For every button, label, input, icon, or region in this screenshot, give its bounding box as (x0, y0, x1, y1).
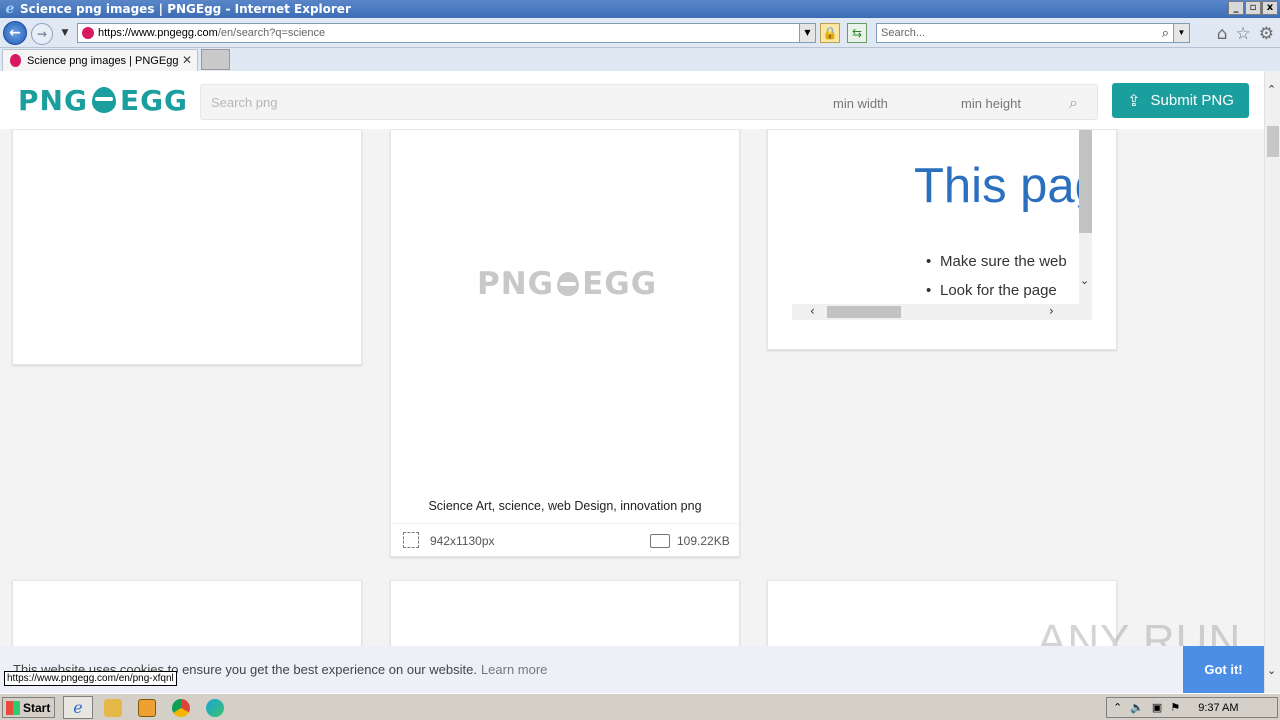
navigation-bar: ← → ▼ https://www.pngegg.com/en/search?q… (0, 18, 1280, 48)
tab-science-png[interactable]: Science png images | PNGEgg ✕ (2, 49, 198, 71)
egg-icon (91, 87, 116, 113)
refresh-icon[interactable]: ⇆ (847, 23, 867, 43)
taskbar-media-player-icon[interactable] (138, 699, 156, 717)
scrollbar-thumb[interactable] (827, 306, 901, 318)
dimensions-icon (403, 532, 419, 548)
history-dropdown-icon[interactable]: ▼ (59, 26, 71, 40)
image-card[interactable]: This pag Make sure the web Look for the … (767, 129, 1117, 350)
tab-bar: Science png images | PNGEgg ✕ (0, 48, 1280, 71)
lock-icon[interactable]: 🔒 (820, 23, 840, 43)
site-search-bar[interactable]: Search png min width min height ⌕ (200, 84, 1098, 120)
address-bar[interactable]: https://www.pngegg.com/en/search?q=scien… (77, 23, 816, 43)
card-footer: 942x1130px 109.22KB (391, 523, 739, 557)
taskbar: Start e ⌃ 🔈 ▣ ⚑ 9:37 AM (0, 693, 1280, 720)
action-center-flag-icon[interactable]: ⚑ (1170, 701, 1180, 714)
taskbar-edge-icon[interactable] (206, 699, 224, 717)
tab-label: Science png images | PNGEgg (27, 54, 179, 67)
window-title: Science png images | PNGEgg - Internet E… (20, 2, 351, 16)
clock[interactable]: 9:37 AM (1198, 702, 1238, 714)
status-bar-url: https://www.pngegg.com/en/png-xfqnl (4, 671, 177, 686)
taskbar-ie-icon[interactable]: e (63, 696, 93, 719)
minimize-button[interactable]: _ (1228, 1, 1244, 15)
network-icon[interactable]: ▣ (1152, 701, 1162, 714)
taskbar-chrome-icon[interactable] (172, 699, 190, 717)
submit-png-button[interactable]: ⇪ Submit PNG (1112, 83, 1249, 118)
min-width-input[interactable]: min width (833, 96, 888, 111)
new-tab-button[interactable] (201, 49, 230, 70)
scrollbar-thumb[interactable] (1267, 126, 1279, 157)
address-dropdown-icon[interactable]: ▼ (799, 24, 815, 42)
windows-flag-icon (6, 700, 20, 715)
window-controls: _ ▫ x (1228, 1, 1278, 15)
forward-button[interactable]: → (31, 23, 53, 45)
internet-explorer-icon: e (5, 1, 15, 17)
browser-tools: ⌂ ☆ ⚙ (1217, 24, 1274, 44)
upload-icon: ⇪ (1127, 92, 1141, 110)
scrollbar-thumb[interactable] (1079, 130, 1092, 233)
image-card[interactable] (12, 129, 362, 365)
back-button[interactable]: ← (3, 21, 27, 45)
error-title: This pag (914, 159, 1092, 213)
browser-search-input[interactable]: Search... ⌕ ▼ (876, 23, 1190, 43)
page-scrollbar[interactable]: ⌃ ⌄ (1264, 71, 1280, 693)
egg-icon (557, 272, 580, 296)
favorites-star-icon[interactable]: ☆ (1236, 24, 1251, 44)
frame-vertical-scrollbar[interactable]: ⌄ (1079, 130, 1092, 304)
search-icon[interactable]: ⌕ (1069, 93, 1078, 113)
accept-cookies-button[interactable]: Got it! (1183, 646, 1264, 693)
site-favicon-icon (82, 27, 94, 39)
image-placeholder-logo: PNG EGG (477, 266, 658, 302)
error-frame: This pag Make sure the web Look for the … (792, 130, 1092, 320)
close-button[interactable]: x (1262, 1, 1278, 15)
close-tab-icon[interactable]: ✕ (182, 53, 192, 67)
card-title[interactable]: Science Art, science, web Design, innova… (391, 499, 739, 513)
pngegg-favicon-icon (10, 54, 21, 67)
card-dimensions: 942x1130px (430, 534, 495, 548)
folder-icon (650, 534, 670, 548)
start-button[interactable]: Start (2, 697, 55, 718)
volume-icon[interactable]: 🔈 (1130, 701, 1144, 714)
address-url[interactable]: https://www.pngegg.com/en/search?q=scien… (98, 27, 325, 39)
scroll-up-icon[interactable]: ⌃ (1267, 83, 1276, 96)
card-filesize: 109.22KB (677, 534, 730, 548)
search-icon[interactable]: ⌕ (1162, 25, 1169, 41)
error-item: Make sure the web (926, 253, 1067, 270)
window-titlebar: e Science png images | PNGEgg - Internet… (0, 0, 1280, 18)
min-height-input[interactable]: min height (961, 96, 1021, 111)
gear-icon[interactable]: ⚙ (1259, 24, 1274, 44)
search-dropdown-icon[interactable]: ▼ (1173, 24, 1189, 42)
scroll-right-icon[interactable]: › (1049, 304, 1054, 318)
scroll-down-icon[interactable]: ⌄ (1267, 664, 1276, 677)
image-card[interactable]: PNG EGG Science Art, science, web Design,… (390, 129, 740, 557)
system-tray: ⌃ 🔈 ▣ ⚑ 9:37 AM (1106, 697, 1278, 718)
scroll-down-icon[interactable]: ⌄ (1080, 274, 1089, 287)
learn-more-link[interactable]: Learn more (481, 662, 547, 677)
cookie-banner: This website uses cookies to ensure you … (0, 646, 1264, 693)
site-header: PNG EGG Search png min width min height ⌕… (0, 71, 1264, 129)
error-item: Look for the page (926, 282, 1057, 299)
page-content: PNG EGG Science Art, science, web Design,… (0, 71, 1264, 693)
home-icon[interactable]: ⌂ (1217, 24, 1228, 44)
frame-horizontal-scrollbar[interactable]: ‹ › (792, 304, 1092, 320)
tray-expand-icon[interactable]: ⌃ (1113, 701, 1122, 714)
taskbar-folder-icon[interactable] (104, 699, 122, 717)
scroll-left-icon[interactable]: ‹ (810, 304, 815, 318)
maximize-button[interactable]: ▫ (1245, 1, 1261, 15)
search-input[interactable]: Search png (211, 95, 278, 110)
pngegg-logo[interactable]: PNG EGG (18, 84, 188, 117)
